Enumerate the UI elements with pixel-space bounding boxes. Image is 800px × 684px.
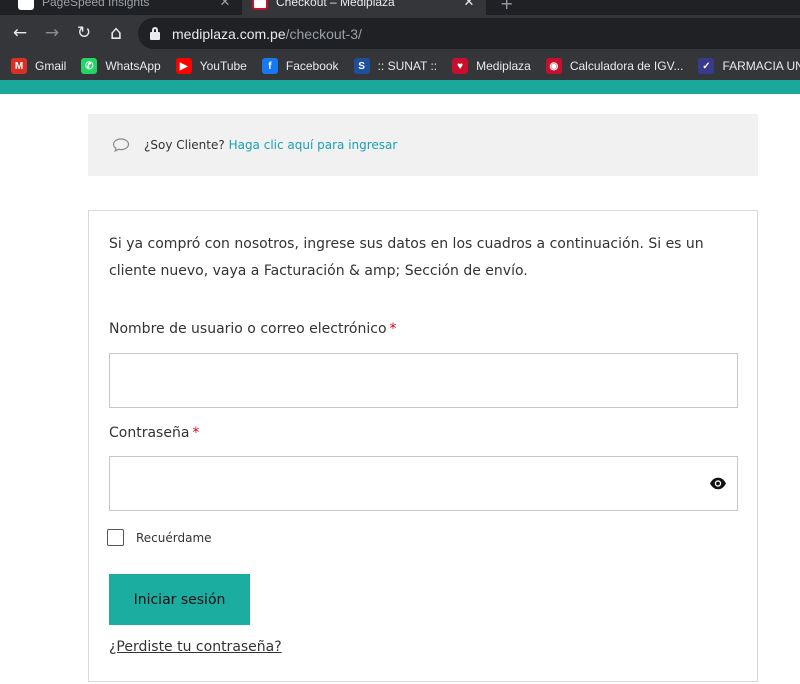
bookmark-label: WhatsApp (105, 59, 161, 73)
lost-password-link[interactable]: ¿Perdiste tu contraseña? (109, 639, 282, 655)
password-label: Contraseña * (109, 425, 199, 441)
password-field[interactable] (109, 456, 738, 511)
required-mark: * (192, 425, 200, 441)
pagespeed-favicon-icon (18, 0, 34, 10)
bookmarks-bar: M Gmail ✆ WhatsApp ▶ YouTube f Facebook S:: SUNA… (0, 52, 800, 80)
address-bar[interactable]: mediplaza.com.pe/checkout-3/ (138, 18, 800, 49)
bookmark-sunat[interactable]: S:: SUNAT :: (353, 58, 438, 74)
home-button[interactable]: ⌂ (104, 21, 128, 45)
tab-pagespeed[interactable]: PageSpeed Insights ✕ (8, 0, 242, 15)
browser-toolbar: ← → ↻ ⌂ mediplaza.com.pe/checkout-3/ (0, 15, 800, 52)
bookmark-whatsapp[interactable]: ✆ WhatsApp (81, 58, 161, 74)
required-mark: * (389, 321, 397, 337)
tab-title: Checkout – Mediplaza (276, 0, 395, 9)
tab-checkout[interactable]: Checkout – Mediplaza ✕ (242, 0, 486, 15)
facebook-icon: f (261, 58, 278, 74)
farmacia-icon: ✓ (698, 58, 715, 74)
remember-me-label: Recuérdame (136, 530, 212, 545)
mediplaza-icon: ♥ (452, 58, 469, 74)
close-icon[interactable]: ✕ (460, 0, 478, 10)
lock-icon[interactable] (150, 27, 160, 40)
login-button[interactable]: Iniciar sesión (109, 574, 250, 625)
bookmark-calculator[interactable]: ◉ Calculadora de IGV... (545, 58, 684, 74)
sunat-icon: S (353, 58, 370, 74)
url-text: mediplaza.com.pe/checkout-3/ (172, 26, 362, 42)
tab-title: PageSpeed Insights (42, 0, 150, 9)
reload-button[interactable]: ↻ (72, 21, 96, 45)
bookmark-mediplaza[interactable]: ♥ Mediplaza (452, 58, 531, 74)
login-intro-text: Si ya compró con nosotros, ingrese sus d… (109, 236, 704, 279)
forward-button[interactable]: → (40, 21, 64, 45)
bookmark-label: Mediplaza (476, 59, 531, 73)
notice-prefix: ¿Soy Cliente? (144, 138, 229, 152)
password-label-text: Contraseña (109, 425, 190, 441)
username-label-text: Nombre de usuario o correo electrónico (109, 321, 387, 337)
remember-me-checkbox[interactable] (107, 529, 124, 546)
remember-me[interactable]: Recuérdame (107, 529, 212, 546)
show-password-eye-icon[interactable] (709, 477, 727, 490)
bookmark-youtube[interactable]: ▶ YouTube (175, 58, 247, 74)
gmail-icon: M (11, 58, 27, 74)
mediplaza-favicon-icon (252, 0, 268, 10)
bookmark-label: Facebook (285, 59, 339, 73)
login-toggle-link[interactable]: Haga clic aquí para ingresar (229, 138, 398, 152)
back-button[interactable]: ← (8, 21, 32, 45)
bookmark-farmacia[interactable]: ✓ FARMACIA UN (698, 58, 800, 74)
bookmark-label: FARMACIA UN (722, 59, 800, 73)
bookmark-gmail[interactable]: M Gmail (11, 58, 66, 74)
header-accent-bar (0, 80, 800, 94)
bookmark-facebook[interactable]: f Facebook (261, 58, 339, 74)
new-tab-button[interactable]: + (500, 0, 513, 13)
whatsapp-icon: ✆ (81, 58, 98, 74)
close-icon[interactable]: ✕ (216, 0, 234, 10)
username-label: Nombre de usuario o correo electrónico * (109, 321, 397, 337)
url-host: mediplaza.com.pe (172, 25, 286, 42)
username-input[interactable] (109, 353, 738, 408)
calculator-icon: ◉ (545, 58, 562, 74)
login-form: Si ya compró con nosotros, ingrese sus d… (88, 210, 758, 682)
bookmark-label: Gmail (35, 59, 67, 73)
youtube-icon: ▶ (175, 58, 192, 74)
bookmark-label: YouTube (199, 59, 247, 73)
url-path: /checkout-3/ (285, 25, 362, 42)
bookmark-label: Calculadora de IGV... (569, 59, 684, 73)
notice-text: ¿Soy Cliente? Haga clic aquí para ingres… (144, 138, 397, 152)
returning-customer-notice: ¿Soy Cliente? Haga clic aquí para ingres… (88, 114, 758, 176)
speech-bubble-icon (112, 138, 130, 153)
bookmark-label: :: SUNAT :: (377, 59, 438, 73)
tab-strip: PageSpeed Insights ✕ Checkout – Mediplaz… (0, 0, 800, 15)
